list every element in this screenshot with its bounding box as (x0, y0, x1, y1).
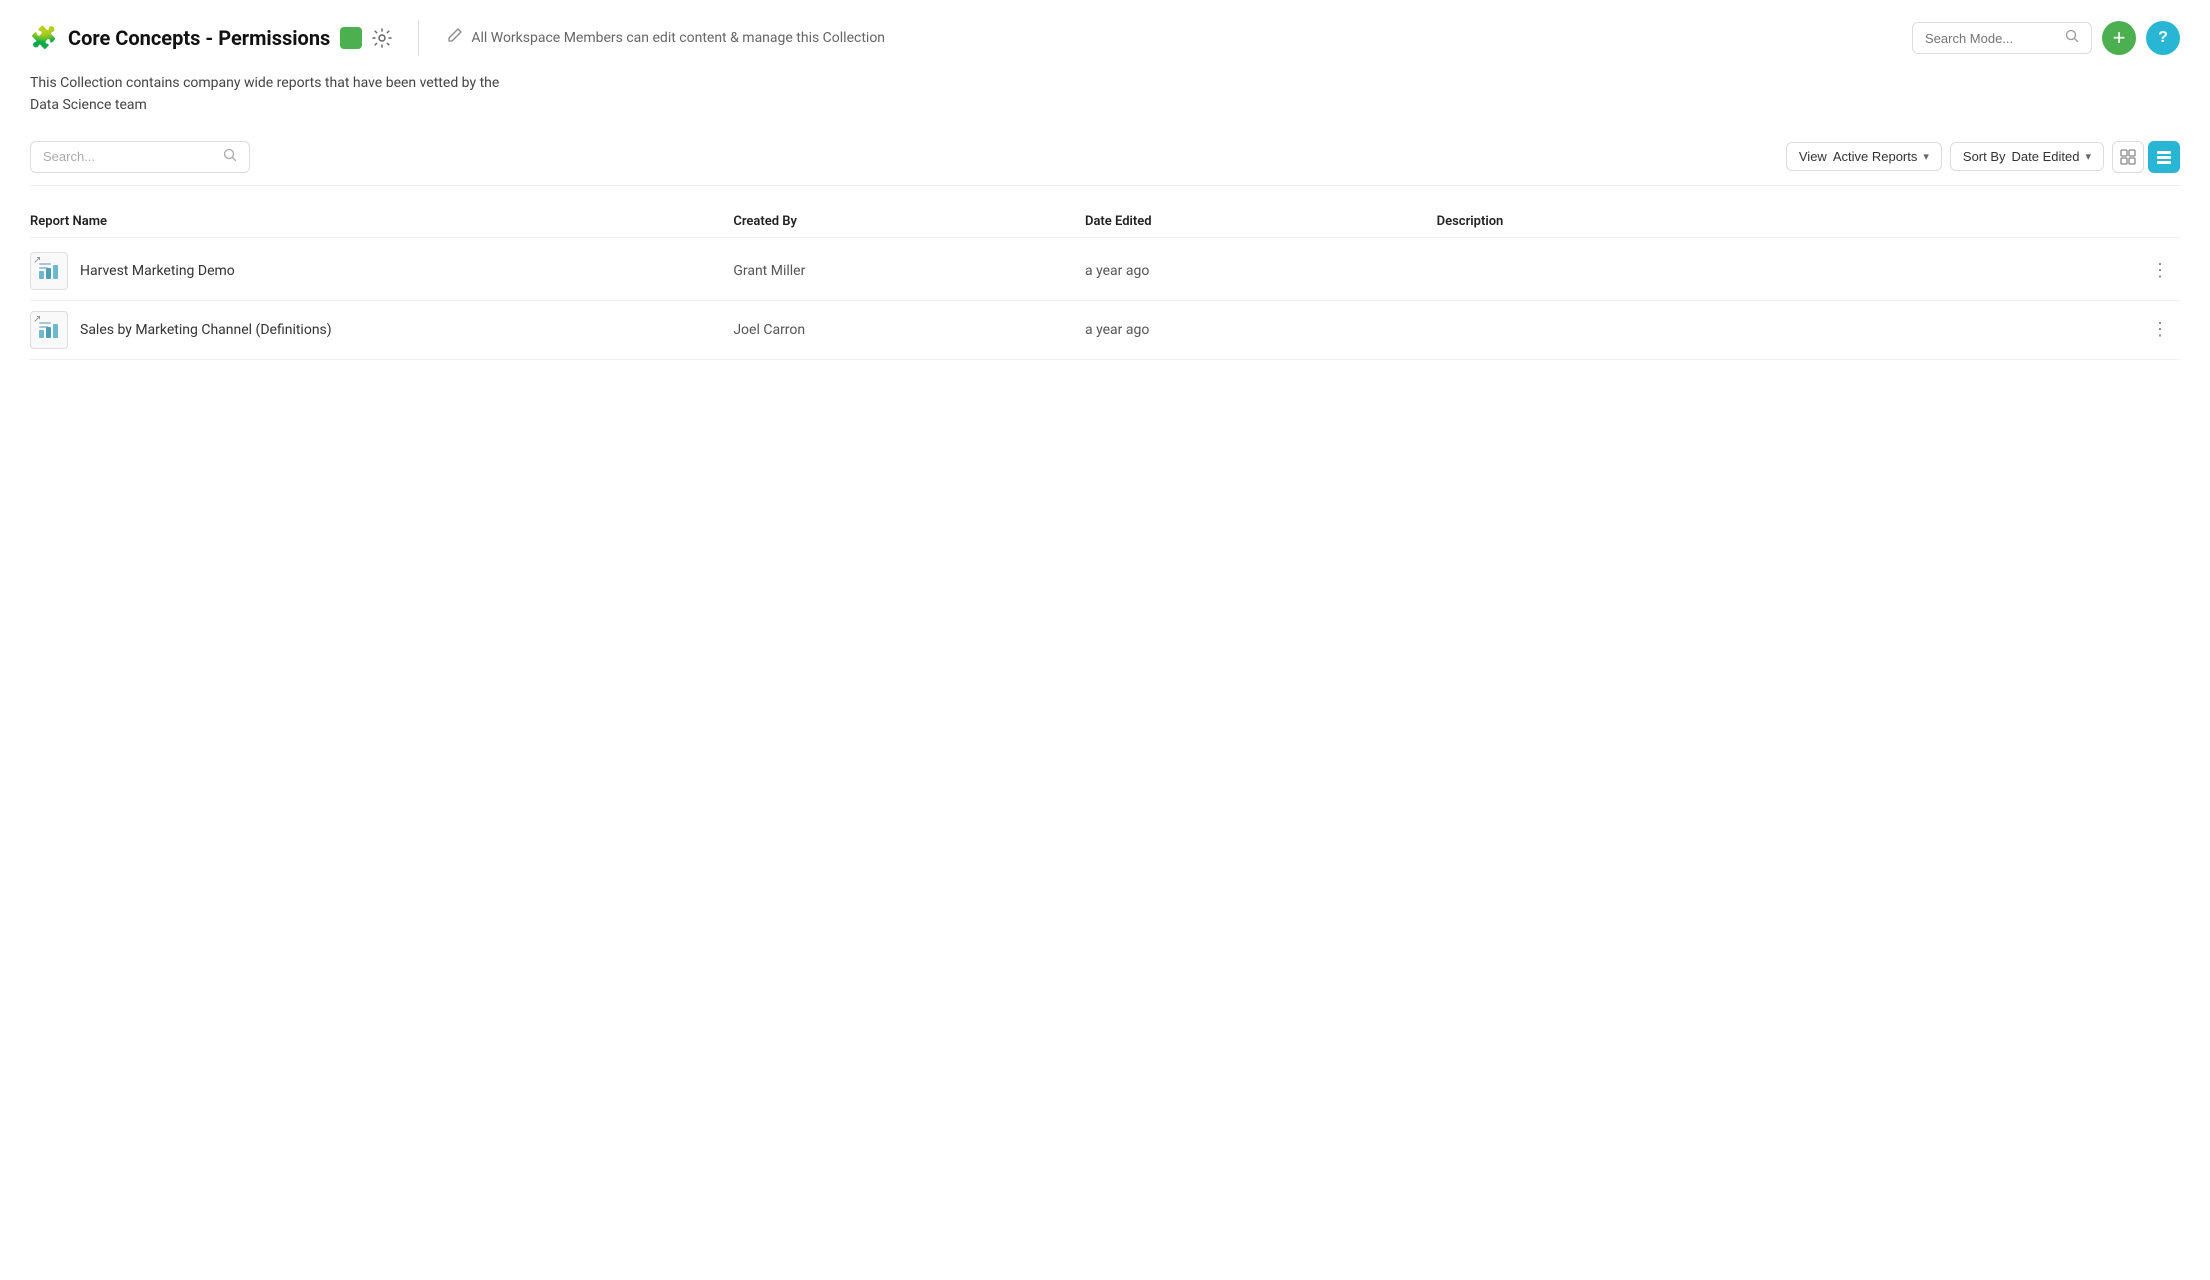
search-mode-wrapper[interactable] (1912, 22, 2092, 54)
header-divider (418, 20, 419, 56)
kebab-menu-button[interactable]: ⋮ (2140, 256, 2180, 285)
header: 🧩 Core Concepts - Permissions All Worksp… (30, 20, 2180, 56)
created-by: Joel Carron (733, 322, 1085, 338)
toolbar-left (30, 141, 250, 173)
page-container: 🧩 Core Concepts - Permissions All Worksp… (0, 0, 2210, 1280)
pencil-icon (445, 27, 463, 49)
report-name: Sales by Marketing Channel (Definitions) (80, 322, 332, 338)
col-description: Description (1437, 214, 2140, 229)
view-toggle (2112, 141, 2180, 173)
search-icon (223, 148, 237, 166)
color-swatch[interactable] (340, 27, 362, 49)
report-name: Harvest Marketing Demo (80, 263, 235, 279)
arrow-icon: ↗ (33, 255, 45, 267)
page-title: Core Concepts - Permissions (68, 26, 330, 50)
view-active-dropdown[interactable]: View Active Reports ▾ (1786, 142, 1942, 171)
collection-description: This Collection contains company wide re… (30, 72, 2180, 117)
col-created-by: Created By (733, 214, 1085, 229)
created-by: Grant Miller (733, 263, 1085, 279)
report-name-cell: ↗ Harvest Marketing Demo (30, 252, 733, 290)
search-mode-input[interactable] (1925, 31, 2057, 46)
table-row[interactable]: ↗ Harvest Marketing Demo Grant Miller a … (30, 242, 2180, 301)
permissions-text: All Workspace Members can edit content &… (471, 30, 885, 46)
search-input[interactable] (43, 149, 215, 164)
help-button[interactable]: ? (2146, 21, 2180, 55)
kebab-menu-button[interactable]: ⋮ (2140, 315, 2180, 344)
chevron-down-icon: ▾ (1923, 150, 1929, 163)
header-left: 🧩 Core Concepts - Permissions All Worksp… (30, 20, 885, 56)
date-edited: a year ago (1085, 263, 1437, 279)
header-right: + ? (1912, 21, 2180, 55)
toolbar-right: View Active Reports ▾ Sort By Date Edite… (1786, 141, 2180, 173)
reports-table: Report Name Created By Date Edited Descr… (30, 206, 2180, 360)
grid-icon (2120, 149, 2136, 165)
col-date-edited: Date Edited (1085, 214, 1437, 229)
gear-button[interactable] (372, 28, 392, 48)
col-actions (2140, 214, 2180, 229)
report-thumbnail: ↗ (30, 252, 68, 290)
sort-by-value: Date Edited (2012, 149, 2080, 164)
report-thumbnail: ↗ (30, 311, 68, 349)
add-button[interactable]: + (2102, 21, 2136, 55)
collection-icon: 🧩 (30, 24, 58, 52)
permissions-info: All Workspace Members can edit content &… (445, 27, 885, 49)
col-report-name: Report Name (30, 214, 733, 229)
table-header: Report Name Created By Date Edited Descr… (30, 206, 2180, 238)
sort-by-prefix: Sort By (1963, 149, 2006, 164)
search-wrapper[interactable] (30, 141, 250, 173)
arrow-icon: ↗ (33, 314, 45, 326)
search-mode-icon (2065, 29, 2079, 47)
grid-view-button[interactable] (2112, 141, 2144, 173)
report-name-cell: ↗ Sales by Marketing Channel (Definition… (30, 311, 733, 349)
view-active-prefix: View (1799, 149, 1827, 164)
view-active-value: Active Reports (1833, 149, 1918, 164)
chevron-down-icon: ▾ (2085, 150, 2091, 163)
gear-icon (372, 28, 392, 48)
list-view-button[interactable] (2148, 141, 2180, 173)
date-edited: a year ago (1085, 322, 1437, 338)
toolbar: View Active Reports ▾ Sort By Date Edite… (30, 141, 2180, 186)
sort-by-dropdown[interactable]: Sort By Date Edited ▾ (1950, 142, 2104, 171)
table-row[interactable]: ↗ Sales by Marketing Channel (Definition… (30, 301, 2180, 360)
list-icon (2156, 149, 2172, 165)
